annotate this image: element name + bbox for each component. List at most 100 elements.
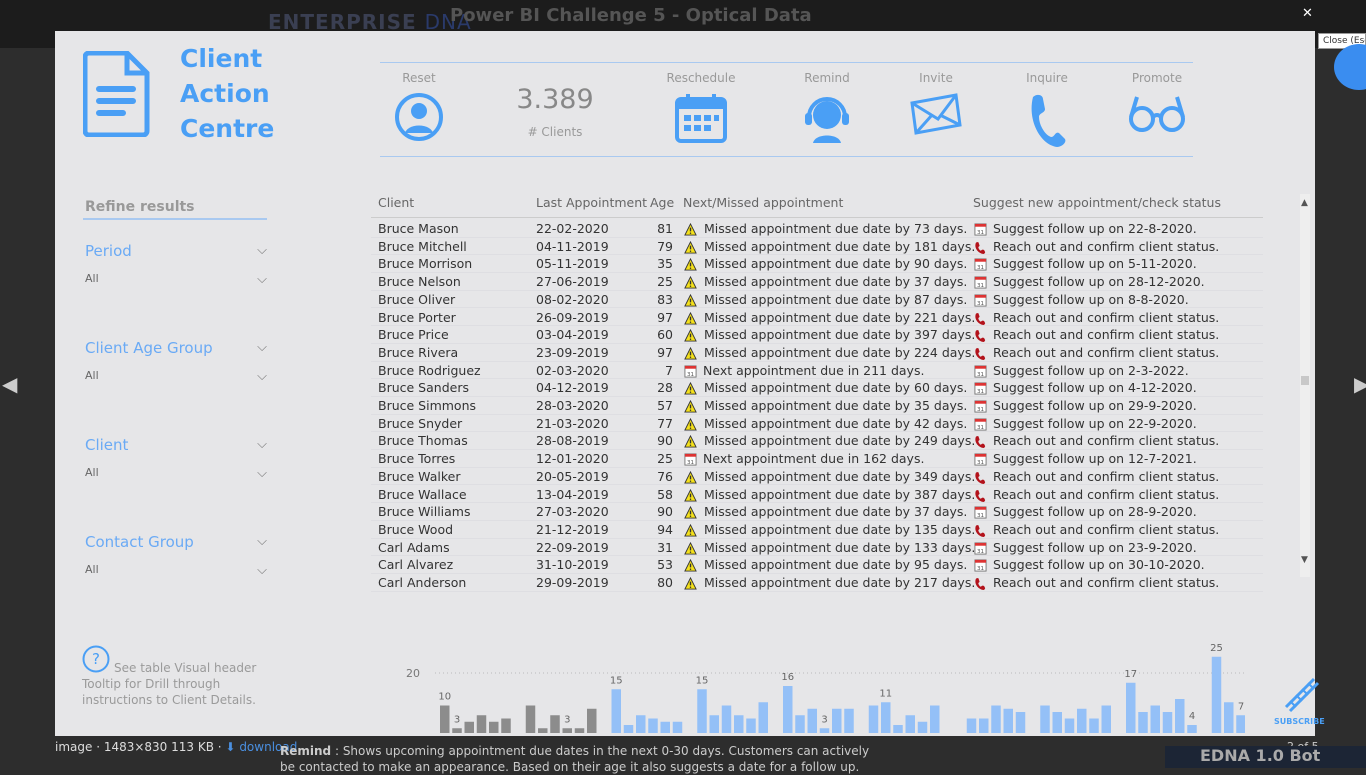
bar — [991, 705, 1001, 733]
warning-icon — [684, 399, 697, 413]
chat-bot-button[interactable]: EDNA 1.0 Bot — [1165, 746, 1366, 768]
bar — [672, 721, 683, 733]
table-row[interactable]: Bruce Sanders 04-12-2019 28 Missed appoi… — [371, 379, 1263, 397]
column-header-next-missed[interactable]: Next/Missed appointment — [683, 195, 843, 210]
table-row[interactable]: Bruce Torres 12-01-2020 25 31 Next appoi… — [371, 450, 1263, 468]
column-header-suggest[interactable]: Suggest new appointment/check status — [973, 195, 1221, 210]
chevron-down-icon[interactable]: ⌵ — [257, 563, 267, 578]
contact-group-dropdown[interactable]: All — [85, 563, 267, 576]
dna-subscribe-icon[interactable] — [1280, 673, 1320, 713]
warning-icon — [684, 222, 697, 236]
table-row[interactable]: Carl Alvarez 31-10-2019 53 Missed appoin… — [371, 556, 1263, 574]
svg-text:31: 31 — [977, 566, 985, 572]
refine-results-title: Refine results — [85, 199, 195, 215]
age: 81 — [657, 221, 673, 236]
client-name: Bruce Mitchell — [378, 238, 467, 254]
promote-button[interactable]: Promote — [1112, 71, 1202, 139]
age: 90 — [657, 433, 673, 449]
client-name: Carl Adams — [378, 539, 450, 555]
client-name: Bruce Morrison — [378, 256, 473, 272]
prev-image-arrow[interactable]: ◀ — [2, 372, 17, 396]
table-row[interactable]: Carl Adams 22-09-2019 31 Missed appointm… — [371, 539, 1263, 557]
table-row[interactable]: Bruce Price 03-04-2019 60 Missed appoint… — [371, 326, 1263, 344]
table-row[interactable]: Bruce Rivera 23-09-2019 97 Missed appoin… — [371, 344, 1263, 362]
client-name: Carl Alvarez — [378, 557, 454, 573]
next-image-arrow[interactable]: ▶ — [1354, 372, 1366, 396]
age-group-slicer[interactable]: Client Age Group ⌵ All ⌵ — [85, 338, 267, 384]
reset-button[interactable]: Reset — [374, 71, 464, 147]
suggestion: Suggest follow up on 22-9-2020. — [993, 415, 1197, 431]
client-dropdown[interactable]: All — [85, 466, 267, 479]
client-name: Bruce Williams — [378, 504, 471, 520]
table-row[interactable]: Bruce Simmons 28-03-2020 57 Missed appoi… — [371, 397, 1263, 415]
phone-icon — [974, 312, 987, 325]
remind-button[interactable]: Remind — [782, 71, 872, 149]
appointment-status: Missed appointment due date by 37 days. — [704, 504, 968, 520]
warning-icon — [684, 311, 697, 325]
table-row[interactable]: Bruce Wallace 13-04-2019 58 Missed appoi… — [371, 486, 1263, 504]
bar — [1126, 682, 1136, 733]
client-slicer[interactable]: Client ⌵ All ⌵ — [85, 435, 267, 481]
chevron-down-icon[interactable]: ⌵ — [257, 340, 267, 355]
suggestion: Reach out and confirm client status. — [993, 327, 1220, 343]
chevron-down-icon[interactable]: ⌵ — [257, 243, 267, 258]
table-row[interactable]: Bruce Thomas 28-08-2019 90 Missed appoin… — [371, 432, 1263, 451]
table-scrollbar[interactable]: ▲ ▼ — [1300, 194, 1310, 577]
bar — [489, 721, 499, 733]
notification-bell-icon[interactable] — [1334, 44, 1366, 90]
close-icon[interactable]: ✕ — [1302, 6, 1313, 21]
table-row[interactable]: Bruce Williams 27-03-2020 90 Missed appo… — [371, 503, 1263, 521]
table-row[interactable]: Bruce Morrison 05-11-2019 35 Missed appo… — [371, 255, 1263, 274]
chevron-down-icon[interactable]: ⌵ — [257, 369, 267, 384]
table-row[interactable]: Bruce Porter 26-09-2019 97 Missed appoin… — [371, 309, 1263, 327]
warning-icon — [684, 258, 697, 271]
table-row[interactable]: Bruce Oliver 08-02-2020 83 Missed appoin… — [371, 291, 1263, 309]
table-row[interactable]: Bruce Wood 21-12-2019 94 Missed appointm… — [371, 521, 1263, 539]
warning-icon — [684, 240, 697, 254]
bar — [807, 708, 817, 733]
bar — [1224, 702, 1234, 733]
download-icon: ⬇ — [225, 740, 236, 754]
table-row[interactable]: Bruce Mitchell 04-11-2019 79 Missed appo… — [371, 238, 1263, 256]
reschedule-button[interactable]: Reschedule — [656, 71, 746, 149]
table-row[interactable]: Bruce Rodriguez 02-03-2020 7 31 Next app… — [371, 362, 1263, 380]
column-header-last-appointment[interactable]: Last Appointment — [536, 195, 647, 210]
age: 77 — [657, 415, 673, 431]
suggestion: Suggest follow up on 5-11-2020. — [993, 256, 1197, 272]
scrollbar-thumb[interactable] — [1301, 376, 1309, 385]
bar — [979, 718, 989, 733]
age: 97 — [657, 309, 673, 325]
chevron-down-icon[interactable]: ⌵ — [257, 466, 267, 481]
bar — [966, 718, 977, 733]
warning-icon — [684, 346, 697, 360]
client-name: Bruce Price — [378, 327, 449, 343]
inquire-button[interactable]: Inquire — [1002, 71, 1092, 151]
table-row[interactable]: Bruce Snyder 21-03-2020 77 Missed appoin… — [371, 415, 1263, 433]
clients-count: 3.389 — [516, 84, 594, 115]
bar — [881, 702, 891, 733]
subscribe-label[interactable]: SUBSCRIBE — [1274, 717, 1325, 726]
invite-button[interactable]: Invite — [891, 71, 981, 141]
phone-icon — [974, 577, 987, 590]
chevron-down-icon[interactable]: ⌵ — [257, 534, 267, 549]
column-header-client[interactable]: Client — [378, 195, 414, 210]
table-row[interactable]: Bruce Walker 20-05-2019 76 Missed appoin… — [371, 468, 1263, 486]
table-row[interactable]: Bruce Nelson 27-06-2019 25 Missed appoin… — [371, 273, 1263, 291]
age-group-dropdown[interactable]: All — [85, 369, 267, 382]
chevron-down-icon[interactable]: ⌵ — [257, 272, 267, 287]
warning-icon — [684, 382, 697, 395]
bar — [1150, 705, 1160, 733]
appointment-status: Missed appointment due date by 387 days. — [704, 486, 976, 502]
table-row[interactable]: Carl Anderson 29-09-2019 80 Missed appoi… — [371, 574, 1263, 592]
contact-group-slicer[interactable]: Contact Group ⌵ All ⌵ — [85, 532, 267, 578]
period-slicer[interactable]: Period ⌵ All ⌵ — [85, 241, 267, 287]
period-dropdown[interactable]: All — [85, 272, 267, 285]
client-name: Bruce Rodriguez — [378, 362, 481, 378]
table-row[interactable]: Bruce Mason 22-02-2020 81 Missed appoint… — [371, 220, 1263, 238]
column-header-age[interactable]: Age — [650, 195, 674, 210]
calendar-icon: 31 — [684, 453, 697, 466]
age: 60 — [657, 327, 673, 343]
appointment-status: Missed appointment due date by 221 days. — [704, 309, 976, 325]
chevron-down-icon[interactable]: ⌵ — [257, 437, 267, 452]
client-name: Bruce Snyder — [378, 415, 463, 431]
